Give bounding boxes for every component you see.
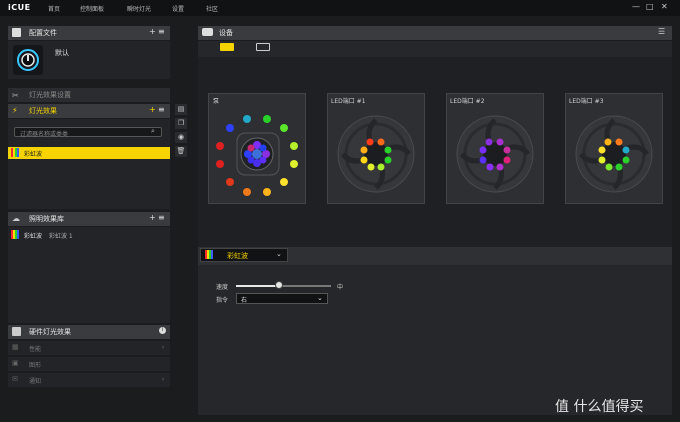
library-icon: ☁ [12, 214, 20, 223]
effects-menu-icon[interactable]: ≡ [158, 105, 165, 114]
library-menu-icon[interactable]: ≡ [158, 213, 165, 222]
search-placeholder: 过滤器名称或类类 [20, 131, 69, 138]
speed-slider-thumb[interactable] [274, 281, 283, 289]
device-tab-commander[interactable] [256, 43, 270, 51]
nav-instant-lighting[interactable]: 瞬时灯光 [127, 4, 151, 13]
maximize-button[interactable]: □ [646, 2, 654, 11]
hardware-icon [12, 327, 21, 336]
add-effect-button[interactable]: + [149, 105, 156, 114]
nav-home[interactable]: 首页 [48, 4, 60, 13]
info-icon[interactable]: i [159, 327, 166, 334]
profile-menu-icon[interactable]: ≡ [158, 27, 165, 36]
rainbow-swatch-icon [11, 148, 19, 157]
nav-community[interactable]: 社区 [206, 4, 218, 13]
card-title: LED端口 #1 [331, 98, 366, 105]
card-title: LED端口 #2 [450, 98, 485, 105]
lighting-settings-title: 灯光效果设置 [29, 91, 71, 99]
profiles-icon [12, 28, 21, 37]
chevron-right-icon: › [162, 376, 165, 383]
app-logo: iCUE [8, 3, 31, 12]
library-title: 照明效果库 [29, 215, 64, 223]
nav-dashboard[interactable]: 控制面板 [80, 4, 104, 13]
fan-view-1 [327, 106, 425, 202]
device-icon [202, 28, 213, 36]
direction-label: 指令 [216, 297, 229, 304]
close-button[interactable]: ✕ [661, 2, 668, 11]
search-input[interactable]: 过滤器名称或类类 [14, 127, 162, 138]
layer-up-icon[interactable]: ▤ [175, 104, 187, 115]
default-profile-label[interactable]: 默认 [55, 48, 69, 58]
fan-view-2 [446, 106, 544, 202]
copy-icon[interactable]: ❐ [175, 118, 187, 129]
add-library-button[interactable]: + [149, 213, 156, 222]
hardware-item-label: 图形 [29, 362, 42, 369]
graphics-icon: ▣ [12, 359, 19, 367]
profile-thumb[interactable] [13, 45, 43, 75]
effect-item-label: 彩虹波 [24, 151, 43, 158]
minimize-button[interactable]: — [632, 2, 640, 11]
hardware-title: 硬件灯光效果 [29, 328, 71, 336]
hardware-item-label: 性能 [29, 346, 42, 353]
search-icon[interactable]: ⌕ [151, 127, 155, 136]
watermark: 值 什么值得买 [555, 399, 644, 415]
direction-select[interactable] [236, 293, 328, 304]
speed-value-label: 中 [337, 284, 344, 291]
hardware-item-label: 通知 [29, 378, 42, 385]
lightning-icon: ⚡ [12, 106, 18, 115]
library-rainbow-icon [11, 230, 19, 239]
library-panel [8, 227, 170, 323]
speed-slider-fill [236, 285, 279, 287]
effect-settings-panel [198, 265, 672, 415]
chevron-down-icon: ⌄ [276, 250, 282, 258]
library-item-extra: 彩虹波 1 [49, 233, 73, 240]
tools-icon: ✂ [12, 91, 19, 100]
corsair-icon [17, 49, 39, 71]
card-title: LED端口 #3 [569, 98, 604, 105]
devices-header [198, 26, 672, 40]
effect-select-value: 彩虹波 [227, 252, 248, 260]
pump-view [208, 106, 306, 202]
profiles-title: 配置文件 [29, 29, 57, 37]
device-tab-h100[interactable] [220, 43, 234, 51]
notification-icon: ✉ [12, 375, 18, 383]
delete-icon[interactable]: 🗑 [175, 146, 187, 157]
chevron-right-icon: › [162, 344, 165, 351]
library-item-label[interactable]: 彩虹波 [24, 231, 42, 240]
speed-label: 速度 [216, 284, 229, 291]
add-profile-button[interactable]: + [149, 27, 156, 36]
effect-rainbow-icon [205, 250, 213, 259]
filter-icon[interactable]: ☰ [658, 27, 665, 36]
devices-title: 设备 [219, 29, 233, 37]
chevron-down-icon: ⌄ [317, 294, 323, 302]
direction-value: 右 [241, 297, 248, 304]
effects-title: 灯光效果 [29, 107, 57, 115]
visibility-icon[interactable]: ◉ [175, 132, 187, 143]
card-title: 泵 [213, 98, 220, 105]
performance-icon: ▦ [12, 343, 19, 351]
nav-settings[interactable]: 设置 [172, 4, 184, 13]
fan-view-3 [565, 106, 663, 202]
